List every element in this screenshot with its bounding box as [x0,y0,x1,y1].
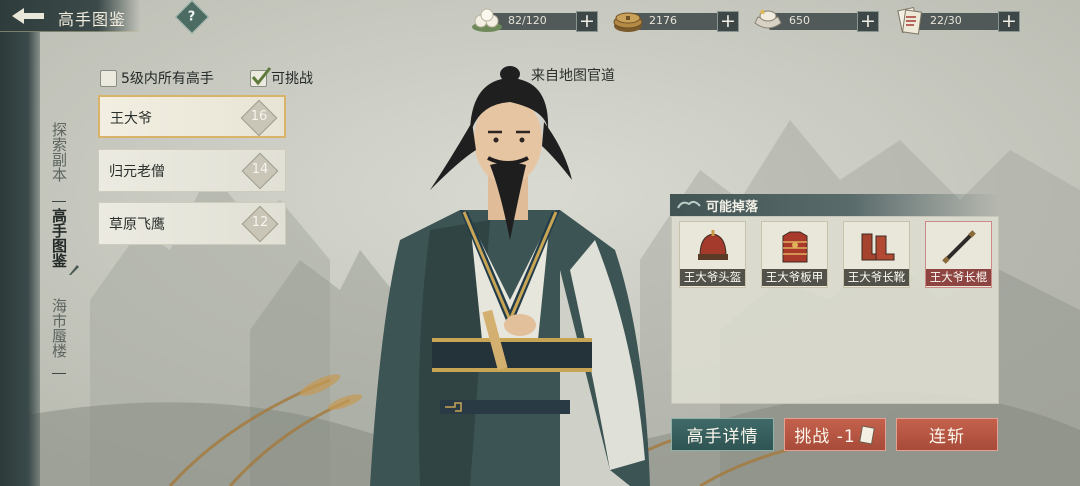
nav-item-mirage[interactable]: 海市蜃楼 [46,298,68,358]
checkbox-unchecked[interactable] [100,69,117,87]
resource-silver: 650 + [751,9,881,32]
back-button[interactable] [8,4,48,28]
master-name: 归元老僧 [109,164,165,180]
resource-coins-value: 2176 [649,14,677,27]
master-details-button[interactable]: 高手详情 [671,418,774,451]
master-portrait [370,66,650,486]
armor-icon [782,231,808,263]
challenge-ticket-icon [897,6,923,35]
nav-divider [52,201,66,202]
resource-coins: 2176 + [611,11,741,32]
resource-food: 82/120 + [470,8,600,32]
resource-silver-value: 650 [789,14,810,27]
checkbox-checked[interactable] [250,66,272,87]
drop-item-helmet[interactable]: 王大爷头盔 [679,221,746,288]
side-nav-panel [0,32,40,486]
drop-item-name: 王大爷长靴 [844,269,909,286]
master-details-label: 高手详情 [686,427,759,447]
drop-item-name: 王大爷长棍 [926,269,991,286]
master-level: 14 [251,162,269,177]
nav-item-explore-dungeon[interactable]: 探索副本 [46,122,68,182]
checkmark-icon [251,66,272,85]
sweep-label: 连斩 [929,427,965,447]
master-level: 16 [250,109,268,124]
page-title: 高手图鉴 [58,10,127,29]
add-coins-button[interactable]: + [717,11,739,32]
add-tickets-button[interactable]: + [998,11,1020,32]
nav-item-master-codex[interactable]: 高手图鉴 [46,208,68,268]
filter-challengeable-label: 可挑战 [271,71,313,87]
back-arrow-icon [12,8,44,24]
add-food-button[interactable]: + [576,11,598,32]
silver-ingot-icon [754,9,782,29]
filter-challengeable[interactable]: 可挑战 [250,66,313,88]
master-list-item[interactable]: 归元老僧 14 [98,149,286,192]
challenge-ticket-icon [858,425,875,444]
boots-icon [861,233,895,261]
challenge-button[interactable]: 挑战 -1 [784,418,886,451]
staff-icon [942,230,976,264]
master-list-item[interactable]: 王大爷 16 [98,95,286,138]
drop-item-name: 王大爷板甲 [762,269,827,286]
master-name: 王大爷 [110,111,152,127]
add-silver-button[interactable]: + [857,11,879,32]
master-level: 12 [251,215,269,230]
sweep-button[interactable]: 连斩 [896,418,998,451]
resource-food-value: 82/120 [508,14,547,27]
help-icon: ? [188,9,196,25]
steamed-bun-icon [472,8,502,32]
resource-tickets: 22/30 + [892,6,1022,35]
filter-within-5-levels-label: 5级内所有高手 [121,71,214,87]
master-list-item[interactable]: 草原飞鹰 12 [98,202,286,245]
nav-divider [52,373,66,374]
drop-item-name: 王大爷头盔 [680,269,745,286]
brush-icon [69,265,79,275]
drop-item-armor[interactable]: 王大爷板甲 [761,221,828,288]
cloud-ornament-icon [677,200,701,209]
helmet-icon [698,230,728,260]
drops-title: 可能掉落 [706,200,759,215]
drop-item-boots[interactable]: 王大爷长靴 [843,221,910,288]
help-button[interactable]: ? [175,0,209,34]
challenge-label: 挑战 -1 [794,427,856,447]
top-bar: 高手图鉴 ? 82/120 + 2176 + 650 + 22/30 + [0,0,1080,40]
filter-within-5-levels[interactable]: 5级内所有高手 [100,68,214,88]
drop-item-staff[interactable]: 王大爷长棍 [925,221,992,288]
master-name: 草原飞鹰 [109,217,165,233]
resource-tickets-value: 22/30 [930,14,962,27]
copper-coins-icon [613,12,643,32]
